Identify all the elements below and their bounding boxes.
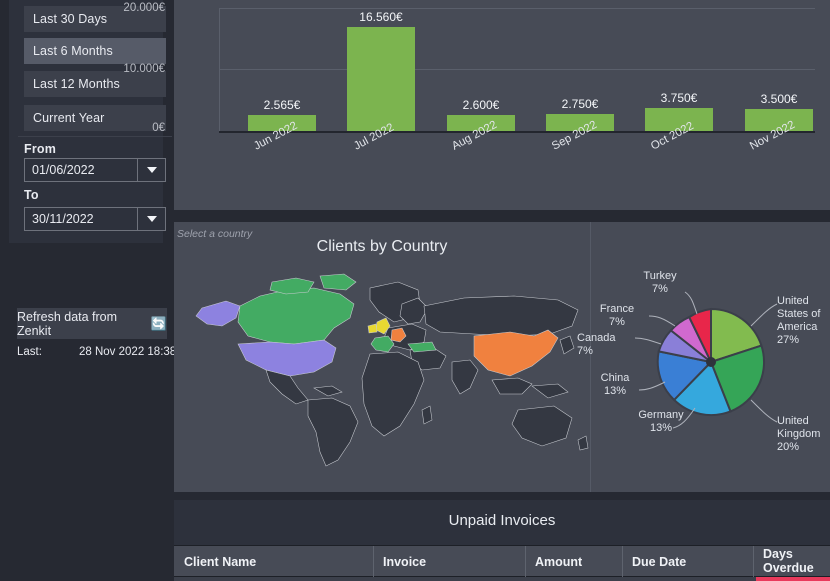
world-map-container[interactable]: Select a country Clients by Country bbox=[174, 222, 590, 492]
bar-value-jul-2022: 16.560€ bbox=[359, 10, 403, 24]
y-tick-label-0: 0€ bbox=[152, 122, 165, 134]
refresh-panel: Refresh data from Zenkit 🔄 Last: 28 Nov … bbox=[9, 296, 176, 359]
column-divider bbox=[373, 546, 374, 578]
to-date-field[interactable]: 30/11/2022 bbox=[24, 207, 166, 231]
to-label: To bbox=[24, 188, 39, 202]
column-header-client-name[interactable]: Client Name bbox=[178, 546, 372, 578]
range-button-last-6-months[interactable]: Last 6 Months bbox=[24, 38, 166, 64]
map-region-canada-islands-2 bbox=[319, 273, 357, 291]
sidebar: Last 30 Days Last 6 Months Last 12 Month… bbox=[0, 0, 176, 581]
map-region-china bbox=[473, 329, 559, 377]
pie-label-turkey: Turkey 7% bbox=[643, 270, 677, 295]
y-tick-label-20000: 20.000€ bbox=[123, 2, 165, 14]
column-divider bbox=[753, 546, 754, 578]
table-row[interactable] bbox=[174, 577, 830, 581]
map-region-uk-ireland bbox=[367, 323, 378, 334]
column-divider bbox=[525, 546, 526, 578]
world-map-svg[interactable] bbox=[174, 270, 590, 470]
column-header-amount[interactable]: Amount bbox=[529, 546, 621, 578]
pie-label-china: China 13% bbox=[600, 372, 630, 397]
column-header-days-overdue[interactable]: Days Overdue bbox=[757, 546, 827, 578]
chevron-down-icon bbox=[146, 167, 157, 173]
gridline-20000 bbox=[219, 8, 815, 9]
pie-label-canada: Canada 7% bbox=[577, 332, 616, 357]
clients-by-country-panel: Select a country Clients by Country Unit… bbox=[174, 222, 830, 492]
bar-value-jun-2022: 2.565€ bbox=[263, 98, 301, 112]
unpaid-invoices-title: Unpaid Invoices bbox=[448, 512, 556, 529]
column-header-due-date[interactable]: Due Date bbox=[626, 546, 752, 578]
pie-label-united-states-of-america: United States of America 27% bbox=[777, 295, 821, 346]
last-refresh-value: 28 Nov 2022 18:38 bbox=[79, 346, 177, 358]
from-date-dropdown-button[interactable] bbox=[137, 159, 165, 181]
dashboard-root: Last 30 Days Last 6 Months Last 12 Month… bbox=[0, 0, 830, 581]
range-button-label: Last 30 Days bbox=[33, 12, 108, 26]
unpaid-invoices-panel: Unpaid Invoices Client Name Invoice Amou… bbox=[174, 500, 830, 581]
refresh-button-label: Refresh data from Zenkit bbox=[17, 309, 118, 338]
to-date-value: 30/11/2022 bbox=[32, 212, 94, 226]
refresh-data-button[interactable]: Refresh data from Zenkit 🔄 bbox=[17, 308, 167, 339]
x-axis-line bbox=[219, 131, 815, 133]
map-title: Clients by Country bbox=[316, 238, 448, 255]
bar-value-aug-2022: 2.600€ bbox=[462, 98, 500, 112]
column-header-invoice[interactable]: Invoice bbox=[377, 546, 524, 578]
map-region-alaska bbox=[195, 300, 241, 327]
pie-label-germany: Germany 13% bbox=[638, 409, 684, 434]
pie-center-hub bbox=[706, 357, 716, 367]
y-tick-label-10000: 10.000€ bbox=[123, 63, 165, 75]
from-date-field[interactable]: 01/06/2022 bbox=[24, 158, 166, 182]
range-button-label: Last 6 Months bbox=[33, 44, 113, 58]
bar-jul-2022[interactable] bbox=[347, 27, 415, 131]
unpaid-invoices-header-row: Client Name Invoice Amount Due Date Days… bbox=[174, 545, 830, 578]
gridline-10000 bbox=[219, 69, 815, 70]
from-date-value: 01/06/2022 bbox=[32, 163, 95, 177]
range-button-label: Last 12 Months bbox=[33, 77, 120, 91]
map-region-usa bbox=[237, 339, 337, 377]
column-divider bbox=[622, 546, 623, 578]
y-axis-line bbox=[219, 8, 220, 133]
pie-chart-container: United States of America 27% United King… bbox=[577, 222, 830, 492]
bar-value-oct-2022: 3.750€ bbox=[660, 91, 698, 105]
days-overdue-cell bbox=[756, 577, 830, 581]
pie-label-france: France 7% bbox=[599, 303, 635, 328]
revenue-bar-chart-panel: 20.000€ 10.000€ 0€ 2.565€ 16.560€ 2.600€… bbox=[123, 0, 830, 210]
last-refresh-label: Last: bbox=[17, 346, 42, 358]
refresh-icon: 🔄 bbox=[150, 316, 167, 331]
map-region-canada bbox=[237, 287, 355, 345]
bar-value-sep-2022: 2.750€ bbox=[561, 97, 599, 111]
to-date-dropdown-button[interactable] bbox=[137, 208, 165, 230]
pie-label-united-kingdom: United Kingdom 20% bbox=[777, 415, 821, 453]
map-region-canada-islands bbox=[269, 277, 315, 295]
bar-value-nov-2022: 3.500€ bbox=[760, 92, 798, 106]
chevron-down-icon bbox=[146, 216, 157, 222]
bar-chart-plot: 20.000€ 10.000€ 0€ 2.565€ 16.560€ 2.600€… bbox=[123, 2, 815, 153]
divider bbox=[18, 136, 172, 137]
from-label: From bbox=[24, 142, 57, 156]
